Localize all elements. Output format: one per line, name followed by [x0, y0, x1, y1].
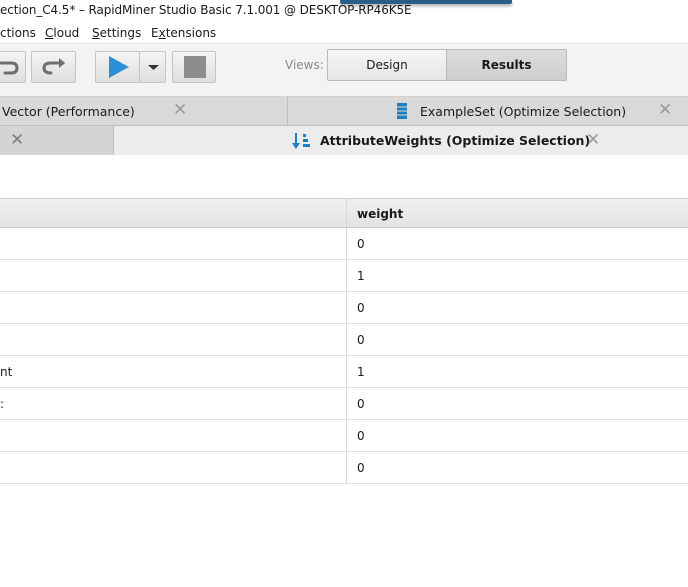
close-icon[interactable]: ✕	[173, 100, 187, 120]
cell-weight: 1	[357, 365, 365, 379]
overlapping-window-edge	[340, 0, 512, 4]
cell-weight: 0	[357, 461, 365, 475]
window-title: ection_C4.5* – RapidMiner Studio Basic 7…	[0, 3, 412, 17]
menu-cloud[interactable]: Cloud	[45, 26, 79, 40]
cell-weight: 0	[357, 301, 365, 315]
title-bar: ection_C4.5* – RapidMiner Studio Basic 7…	[0, 0, 688, 23]
table-header: weight	[0, 198, 688, 228]
views-label: Views:	[285, 58, 324, 72]
close-icon[interactable]: ✕	[10, 130, 24, 150]
tab-attribute-weights[interactable]: AttributeWeights (Optimize Selection) ✕	[114, 126, 688, 155]
run-options-dropdown[interactable]	[139, 51, 166, 83]
results-view-button[interactable]: Results	[446, 49, 567, 81]
column-divider[interactable]	[346, 198, 347, 484]
cell-weight: 1	[357, 269, 365, 283]
play-icon	[109, 56, 129, 78]
menu-extensions[interactable]: Extensions	[151, 26, 216, 40]
result-tabs-row-2: ✕ AttributeWeights (Optimize Selection) …	[0, 126, 688, 155]
results-panel: weight 0 1 0 0 nt 1:0 0 0	[0, 155, 688, 587]
column-header-weight[interactable]: weight	[357, 207, 403, 221]
cell-weight: 0	[357, 429, 365, 443]
table-row[interactable]: 0	[0, 324, 688, 356]
redo-button[interactable]	[31, 51, 76, 83]
table-row[interactable]: :0	[0, 388, 688, 420]
table-row[interactable]: nt 1	[0, 356, 688, 388]
close-icon[interactable]: ✕	[658, 100, 672, 120]
tab-label: AttributeWeights (Optimize Selection)	[320, 133, 591, 148]
tab-label: ExampleSet (Optimize Selection)	[420, 104, 627, 119]
tab-performance-vector[interactable]: Vector (Performance) ✕	[0, 97, 288, 125]
result-tabs-row-1: Vector (Performance) ✕ ExampleSet (Optim…	[0, 97, 688, 126]
chevron-down-icon	[148, 65, 159, 70]
undo-button[interactable]	[0, 51, 26, 83]
cell-weight: 0	[357, 237, 365, 251]
tab-unnamed[interactable]: ✕	[0, 126, 114, 155]
tab-exampleset[interactable]: ExampleSet (Optimize Selection) ✕	[288, 97, 688, 125]
stop-button[interactable]	[172, 51, 216, 83]
table-row[interactable]: 1	[0, 260, 688, 292]
menu-bar: ctions Cloud Settings Extensions	[0, 23, 688, 44]
exampleset-table-icon	[397, 103, 407, 119]
toolbar: Views: Design Results	[0, 44, 688, 97]
table-row[interactable]: 0	[0, 452, 688, 484]
undo-icon	[0, 61, 19, 75]
cell-attribute: :	[0, 397, 5, 411]
cell-attribute: nt	[0, 365, 13, 379]
table-row[interactable]: 0	[0, 292, 688, 324]
stop-icon	[184, 56, 206, 78]
table-row[interactable]: 0	[0, 420, 688, 452]
tab-label: Vector (Performance)	[2, 104, 135, 119]
menu-connections[interactable]: ctions	[0, 26, 36, 40]
design-view-button[interactable]: Design	[327, 49, 447, 81]
redo-icon	[42, 58, 65, 75]
menu-settings[interactable]: Settings	[92, 26, 141, 40]
close-icon[interactable]: ✕	[586, 130, 600, 150]
attribute-weights-sort-icon	[292, 133, 310, 149]
cell-weight: 0	[357, 397, 365, 411]
run-button[interactable]	[95, 51, 140, 83]
table-row[interactable]: 0	[0, 228, 688, 260]
cell-weight: 0	[357, 333, 365, 347]
